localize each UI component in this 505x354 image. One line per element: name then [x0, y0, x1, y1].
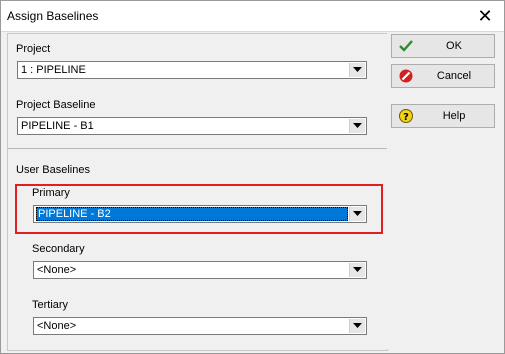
ok-button[interactable]: OK [391, 34, 495, 58]
title-bar: Assign Baselines ✕ [1, 1, 504, 31]
cancel-icon [398, 68, 414, 84]
secondary-baseline-value: <None> [37, 264, 77, 276]
project-baseline-label: Project Baseline [16, 99, 96, 111]
secondary-label: Secondary [32, 243, 85, 255]
dropdown-arrow-icon[interactable] [349, 263, 365, 277]
window-title: Assign Baselines [7, 9, 99, 23]
project-dropdown[interactable]: 1 : PIPELINE [17, 61, 367, 79]
help-label: Help [442, 110, 466, 122]
tertiary-baseline-value: <None> [37, 320, 77, 332]
project-label: Project [16, 43, 51, 55]
project-baseline-value: PIPELINE - B1 [21, 120, 94, 132]
assign-baselines-dialog: Assign Baselines ✕ Project 1 : PIPELINE … [0, 0, 505, 354]
primary-baseline-dropdown[interactable]: PIPELINE - B2 [33, 205, 367, 223]
dropdown-arrow-icon[interactable] [349, 207, 365, 221]
tertiary-baseline-dropdown[interactable]: <None> [33, 317, 367, 335]
close-icon[interactable]: ✕ [474, 5, 496, 27]
cancel-label: Cancel [436, 70, 472, 82]
project-baseline-dropdown[interactable]: PIPELINE - B1 [17, 117, 367, 135]
tertiary-label: Tertiary [32, 299, 69, 311]
cancel-button[interactable]: Cancel [391, 64, 495, 88]
project-value: 1 : PIPELINE [21, 64, 86, 76]
secondary-baseline-dropdown[interactable]: <None> [33, 261, 367, 279]
dropdown-arrow-icon[interactable] [349, 319, 365, 333]
primary-label: Primary [32, 187, 70, 199]
title-separator [1, 31, 504, 32]
dropdown-arrow-icon[interactable] [349, 119, 365, 133]
help-button[interactable]: ? Help [391, 104, 495, 128]
help-icon: ? [398, 108, 414, 124]
primary-baseline-value: PIPELINE - B2 [36, 207, 348, 221]
svg-text:?: ? [403, 112, 409, 123]
check-icon [398, 38, 414, 54]
user-baselines-label: User Baselines [16, 164, 90, 176]
dropdown-arrow-icon[interactable] [349, 63, 365, 77]
ok-label: OK [446, 40, 462, 52]
baselines-panel: Project 1 : PIPELINE Project Baseline PI… [7, 33, 388, 351]
section-divider [8, 148, 387, 149]
